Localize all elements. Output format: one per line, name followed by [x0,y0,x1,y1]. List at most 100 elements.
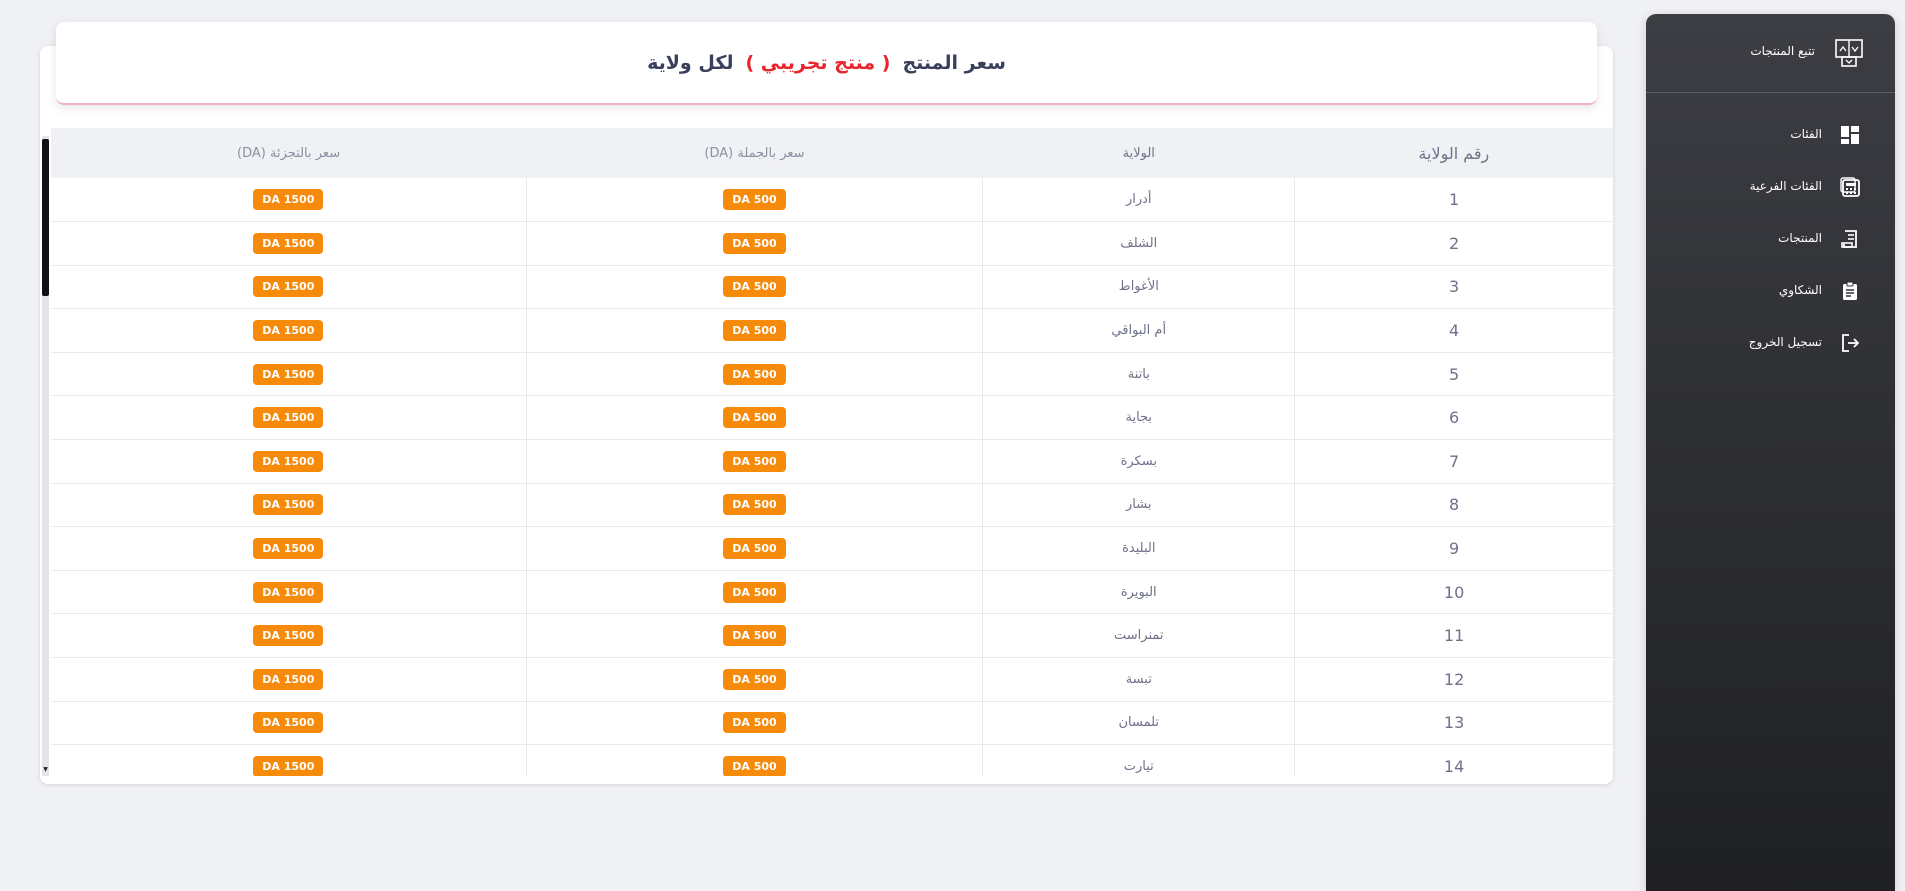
dashboard-icon [1841,126,1859,144]
column-header-wholesale-price[interactable]: سعر بالجملة (DA) [526,128,983,178]
retail-price-cell: DA 1500 [51,352,526,396]
sidebar-item-label: تسجيل الخروج [1748,335,1822,349]
retail-price-badge: DA 1500 [253,407,324,429]
retail-price-cell: DA 1500 [51,658,526,702]
retail-price-cell: DA 1500 [51,265,526,309]
wholesale-price-cell: DA 500 [525,308,983,353]
wholesale-price-badge: DA 500 [723,232,786,254]
wholesale-price-badge: DA 500 [723,538,786,560]
wilaya-name-cell: الأغواط [982,265,1295,309]
table-row[interactable]: 4 أم البواقي DA 500 DA 1500 [51,308,1613,353]
table-row[interactable]: 13 تلمسان DA 500 DA 1500 [51,701,1613,745]
price-table: رقم الولاية الولاية سعر بالجملة (DA) سعر… [51,128,1613,776]
retail-price-cell: DA 1500 [51,701,526,745]
table-row[interactable]: 7 بسكرة DA 500 DA 1500 [51,439,1613,484]
wholesale-price-cell: DA 500 [525,526,983,571]
sidebar-nav: الفئات الفئات الفرعية المنتجات الشكاوي ت… [1646,109,1895,369]
wholesale-price-badge: DA 500 [723,320,786,342]
wholesale-price-cell: DA 500 [525,265,983,309]
sidebar-brand[interactable]: تتبع المنتجات [1646,14,1895,93]
retail-price-cell: DA 1500 [51,570,526,614]
wilaya-number-cell: 11 [1294,613,1613,658]
wilaya-name-cell: تمنراست [982,613,1295,658]
wholesale-price-badge: DA 500 [723,712,786,734]
retail-price-cell: DA 1500 [51,745,526,776]
sidebar-item-complaints[interactable]: الشكاوي [1646,265,1895,317]
sidebar-item-label: الشكاوي [1778,283,1822,297]
retail-price-badge: DA 1500 [253,189,324,211]
retail-price-cell: DA 1500 [51,440,526,484]
retail-price-badge: DA 1500 [253,538,324,560]
wilaya-number-cell: 9 [1294,526,1613,571]
wholesale-price-cell: DA 500 [525,483,983,527]
table-row[interactable]: 14 تيارت DA 500 DA 1500 [51,744,1613,776]
wholesale-price-cell: DA 500 [525,613,983,658]
sidebar-item-logout[interactable]: تسجيل الخروج [1646,317,1895,369]
retail-price-badge: DA 1500 [253,320,324,342]
wholesale-price-cell: DA 500 [525,657,983,702]
column-header-wilaya[interactable]: الولاية [983,128,1295,178]
sidebar-item-products[interactable]: المنتجات [1646,213,1895,265]
title-prefix: سعر المنتج [902,51,1006,74]
scrollbar-thumb[interactable] [42,139,49,296]
wilaya-name-cell: أم البواقي [982,308,1295,353]
wholesale-price-badge: DA 500 [723,363,786,385]
retail-price-badge: DA 1500 [253,668,324,690]
retail-price-cell: DA 1500 [51,614,526,658]
table-row[interactable]: 10 البويرة DA 500 DA 1500 [51,570,1613,614]
table-row[interactable]: 8 بشار DA 500 DA 1500 [51,483,1613,527]
wilaya-name-cell: بسكرة [982,439,1295,484]
table-row[interactable]: 2 الشلف DA 500 DA 1500 [51,221,1613,266]
retail-price-badge: DA 1500 [253,625,324,647]
wholesale-price-cell: DA 500 [525,178,983,222]
wilaya-name-cell: تيارت [982,744,1295,776]
wholesale-price-cell: DA 500 [525,744,983,776]
sidebar-item-label: الفئات الفرعية [1749,179,1822,193]
wilaya-name-cell: تبسة [982,657,1295,702]
retail-price-badge: DA 1500 [253,581,324,603]
retail-price-cell: DA 1500 [51,527,526,571]
sidebar-item-subcategories[interactable]: الفئات الفرعية [1646,161,1895,213]
wholesale-price-badge: DA 500 [723,756,786,776]
wilaya-name-cell: بجاية [982,395,1295,440]
table-row[interactable]: 12 تبسة DA 500 DA 1500 [51,657,1613,702]
product-tracking-logo-icon [1835,39,1863,67]
column-header-wilaya-number[interactable]: رقم الولاية [1295,128,1613,178]
wholesale-price-badge: DA 500 [723,189,786,211]
wilaya-number-cell: 8 [1294,483,1613,527]
wholesale-price-badge: DA 500 [723,581,786,603]
receipt-icon [1841,230,1857,248]
wilaya-name-cell: تلمسان [982,701,1295,745]
price-table-container[interactable]: رقم الولاية الولاية سعر بالجملة (DA) سعر… [51,128,1613,776]
sidebar-item-label: المنتجات [1778,231,1822,245]
wholesale-price-cell: DA 500 [525,570,983,614]
wilaya-number-cell: 14 [1294,744,1613,776]
sidebar-item-categories[interactable]: الفئات [1646,109,1895,161]
scroll-down-arrow-icon[interactable]: ▼ [42,766,49,774]
clipboard-icon [1843,281,1857,300]
wilaya-name-cell: باتنة [982,352,1295,396]
wilaya-number-cell: 12 [1294,657,1613,702]
table-row[interactable]: 9 البليدة DA 500 DA 1500 [51,526,1613,571]
retail-price-badge: DA 1500 [253,363,324,385]
retail-price-badge: DA 1500 [253,756,324,776]
wholesale-price-cell: DA 500 [525,439,983,484]
wholesale-price-cell: DA 500 [525,701,983,745]
wholesale-price-badge: DA 500 [723,625,786,647]
wilaya-name-cell: الشلف [982,221,1295,266]
product-name: ( منتج تجريبي ) [745,51,891,74]
table-row[interactable]: 3 الأغواط DA 500 DA 1500 [51,265,1613,309]
table-row[interactable]: 5 باتنة DA 500 DA 1500 [51,352,1613,396]
calculator-icon [1840,177,1860,197]
retail-price-badge: DA 1500 [253,450,324,472]
wholesale-price-cell: DA 500 [525,352,983,396]
wholesale-price-cell: DA 500 [525,395,983,440]
table-row[interactable]: 1 أدرار DA 500 DA 1500 [51,178,1613,222]
retail-price-badge: DA 1500 [253,494,324,516]
wilaya-number-cell: 2 [1294,221,1613,266]
wholesale-price-cell: DA 500 [525,221,983,266]
column-header-retail-price[interactable]: سعر بالتجزئة (DA) [51,128,526,178]
table-row[interactable]: 6 بجاية DA 500 DA 1500 [51,395,1613,440]
table-row[interactable]: 11 تمنراست DA 500 DA 1500 [51,613,1613,658]
retail-price-cell: DA 1500 [51,396,526,440]
